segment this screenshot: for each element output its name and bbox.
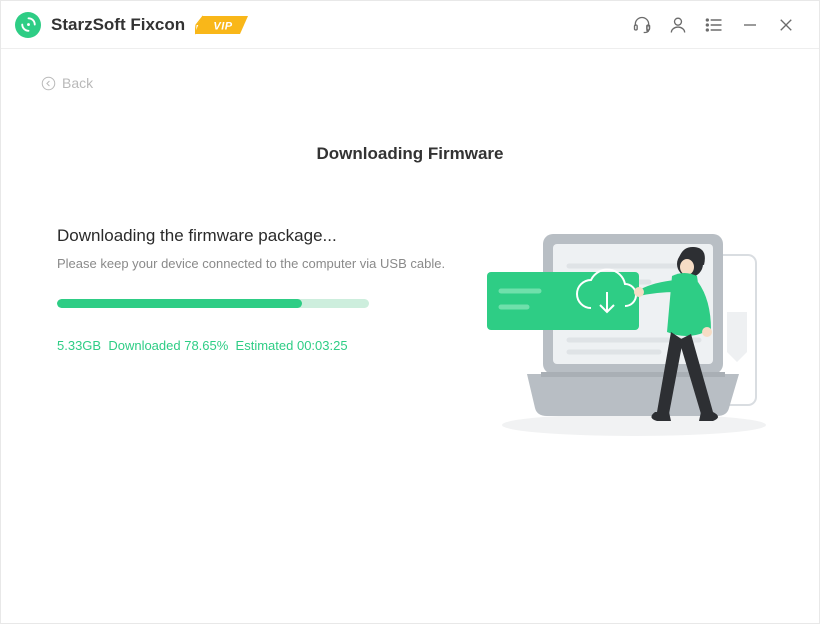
app-title: StarzSoft Fixcon [51, 15, 185, 35]
download-status: 5.33GB Downloaded 78.65% Estimated 00:03… [57, 338, 479, 353]
titlebar: StarzSoft Fixcon VIP [1, 1, 819, 49]
close-icon[interactable] [771, 10, 801, 40]
minimize-icon[interactable] [735, 10, 765, 40]
status-eta: Estimated 00:03:25 [236, 338, 348, 353]
user-icon[interactable] [663, 10, 693, 40]
app-logo [15, 12, 41, 38]
back-button[interactable]: Back [41, 75, 93, 91]
progress-bar [57, 299, 369, 308]
svg-text:VIP: VIP [214, 20, 233, 32]
chevron-left-icon [41, 76, 56, 91]
support-icon[interactable] [627, 10, 657, 40]
top-nav: Back [1, 49, 819, 96]
status-percent: Downloaded 78.65% [108, 338, 228, 353]
illustration [479, 212, 779, 442]
page-title: Downloading Firmware [1, 144, 819, 164]
status-size: 5.33GB [57, 338, 101, 353]
progress-fill [57, 299, 302, 308]
vip-badge: VIP [195, 15, 249, 35]
download-title: Downloading the firmware package... [57, 226, 479, 246]
download-subtitle: Please keep your device connected to the… [57, 256, 479, 271]
back-label: Back [62, 75, 93, 91]
menu-icon[interactable] [699, 10, 729, 40]
